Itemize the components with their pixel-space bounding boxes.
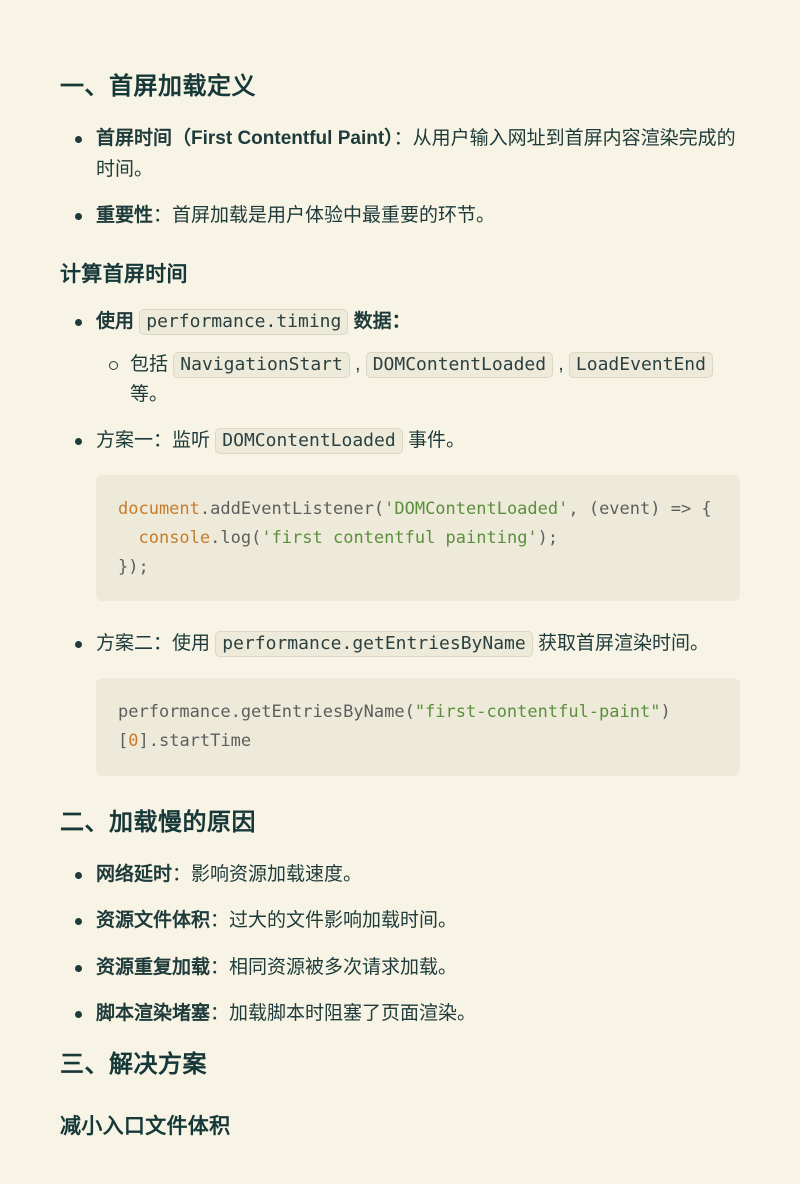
list-item: 资源重复加载：相同资源被多次请求加载。 [60,953,740,983]
list-item: 使用 performance.timing 数据： 包括 NavigationS… [60,307,740,410]
text: 事件。 [403,430,465,451]
text: 方案一：监听 [96,430,215,451]
term: 网络延时 [96,864,172,885]
text: , [350,354,366,375]
token: , (event) => { [568,499,711,519]
code-getentriesbyname: performance.getEntriesByName [215,631,532,657]
text: 方案二：使用 [96,633,215,654]
list-calc: 使用 performance.timing 数据： 包括 NavigationS… [60,307,740,457]
term: 资源文件体积 [96,910,210,931]
code-performance-timing: performance.timing [139,309,348,335]
code-domcontentloaded: DOMContentLoaded [366,352,553,378]
list-item: 方案一：监听 DOMContentLoaded 事件。 [60,426,740,456]
text: ：影响资源加载速度。 [172,864,362,885]
text: 等。 [130,384,168,405]
token: ].startTime [139,731,252,751]
list-item: 包括 NavigationStart , DOMContentLoaded , … [96,350,740,411]
term: 资源重复加载 [96,957,210,978]
token: .log( [210,528,261,548]
list-calc-2: 方案二：使用 performance.getEntriesByName 获取首屏… [60,629,740,659]
text: ：过大的文件影响加载时间。 [210,910,457,931]
token [118,528,138,548]
term: 脚本渲染堵塞 [96,1003,210,1024]
text: , [553,354,569,375]
text: 数据： [348,311,410,332]
list-item: 网络延时：影响资源加载速度。 [60,860,740,890]
heading-section-2: 二、加载慢的原因 [60,804,740,842]
token-string: 'first contentful painting' [261,528,537,548]
token-object: console [138,528,210,548]
term-importance: 重要性 [96,205,153,226]
list-item: 重要性：首屏加载是用户体验中最重要的环节。 [60,201,740,231]
token: performance.getEntriesByName( [118,702,415,722]
code-loadeventend: LoadEventEnd [569,352,713,378]
token: ); [538,528,558,548]
heading-calculate-fcp: 计算首屏时间 [60,258,740,292]
token-string: 'DOMContentLoaded' [384,499,568,519]
text: 获取首屏渲染时间。 [533,633,709,654]
token: }); [118,557,149,577]
code-domcontentloaded: DOMContentLoaded [215,428,402,454]
text: ：相同资源被多次请求加载。 [210,957,457,978]
list-slow-reasons: 网络延时：影响资源加载速度。 资源文件体积：过大的文件影响加载时间。 资源重复加… [60,860,740,1030]
heading-reduce-entry: 减小入口文件体积 [60,1110,740,1144]
token-object: document [118,499,200,519]
list-item: 首屏时间（First Contentful Paint）：从用户输入网址到首屏内… [60,124,740,185]
token-number: 0 [128,731,138,751]
text: 使用 [96,311,139,332]
token: .addEventListener( [200,499,384,519]
text: ：首屏加载是用户体验中最重要的环节。 [153,205,495,226]
list-item: 方案二：使用 performance.getEntriesByName 获取首屏… [60,629,740,659]
list-item: 资源文件体积：过大的文件影响加载时间。 [60,906,740,936]
code-block-getentries: performance.getEntriesByName("first-cont… [96,678,740,776]
code-block-domcontentloaded: document.addEventListener('DOMContentLoa… [96,475,740,602]
code-navigationstart: NavigationStart [173,352,350,378]
list-item: 脚本渲染堵塞：加载脚本时阻塞了页面渲染。 [60,999,740,1029]
list-definition: 首屏时间（First Contentful Paint）：从用户输入网址到首屏内… [60,124,740,231]
text: ：加载脚本时阻塞了页面渲染。 [210,1003,476,1024]
heading-section-3: 三、解决方案 [60,1046,740,1084]
heading-section-1: 一、首屏加载定义 [60,68,740,106]
sublist: 包括 NavigationStart , DOMContentLoaded , … [96,350,740,411]
text: 包括 [130,354,173,375]
token-string: "first-contentful-paint" [415,702,661,722]
term-fcp: 首屏时间（First Contentful Paint） [96,128,394,149]
